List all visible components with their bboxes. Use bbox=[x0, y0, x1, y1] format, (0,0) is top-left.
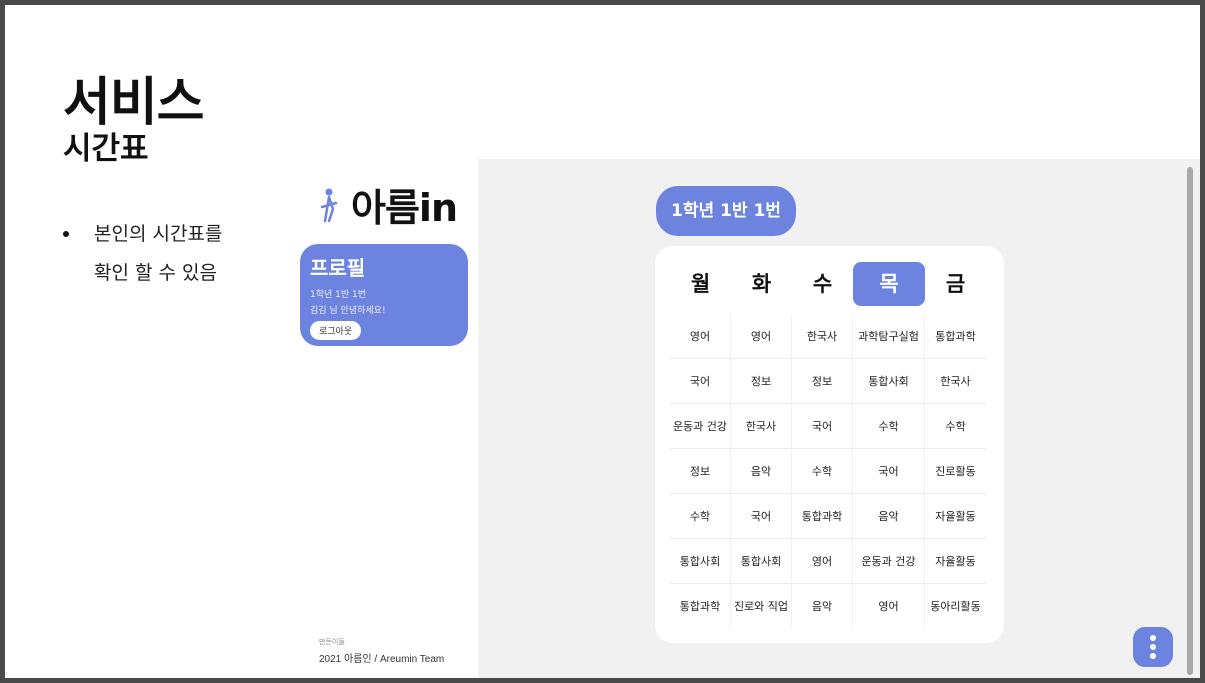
timetable-row: 정보 음악 수학 국어 진로활동 bbox=[670, 449, 986, 494]
timetable-cell: 진로활동 bbox=[935, 464, 976, 478]
timetable-cell: 국어 bbox=[853, 449, 925, 493]
day-tab[interactable]: 금 bbox=[925, 262, 986, 306]
timetable-row: 통합사회 통합사회 영어 운동과 건강 자율활동 bbox=[670, 539, 986, 584]
timetable-cell: 자율활동 bbox=[935, 554, 976, 568]
timetable-cell: 동아리활동 bbox=[930, 600, 981, 613]
timetable-cell: 정보 bbox=[792, 359, 853, 403]
timetable-cell: 통합과학 bbox=[935, 329, 976, 343]
timetable-cell: 영어 bbox=[731, 314, 792, 358]
timetable-cell: 수학 bbox=[792, 449, 853, 493]
more-menu-button[interactable] bbox=[1133, 627, 1173, 667]
timetable-cell: 수학 bbox=[853, 404, 925, 448]
footer-label: 만든이들 bbox=[319, 638, 345, 646]
timetable-cell: 운동과 건강 bbox=[670, 404, 731, 448]
app-sidebar: 아름in 프로필 1학년 1반 1번 김김 님 안녕하세요! 로그아웃 만든이들… bbox=[295, 159, 478, 678]
app-main: 1학년 1반 1번 월화수목금 영어 영어 한국사 과학탐구실험 통합과학 국어 정보 정보 통… bbox=[478, 159, 1200, 678]
more-dot-icon bbox=[1150, 635, 1156, 641]
timetable-cell: 국어 bbox=[670, 359, 731, 403]
timetable-cell: 국어 bbox=[731, 494, 792, 538]
logo[interactable]: 아름in bbox=[315, 177, 458, 232]
bullet-item: 본인의 시간표를 확인 할 수 있음 bbox=[63, 215, 283, 293]
timetable-cell: 영어 bbox=[853, 584, 925, 629]
timetable-cell: 진로와 직업 bbox=[731, 584, 792, 629]
bullet-text: 본인의 시간표를 확인 할 수 있음 bbox=[94, 223, 223, 284]
footer-team: 2021 아름인 / Areumin Team bbox=[319, 654, 445, 665]
logo-text: 아름in bbox=[351, 186, 458, 230]
bullet-icon bbox=[63, 231, 69, 237]
timetable-row: 수학 국어 통합과학 음악 자율활동 bbox=[670, 494, 986, 539]
logout-button[interactable]: 로그아웃 bbox=[310, 321, 362, 340]
timetable-cell: 영어 bbox=[670, 314, 731, 358]
timetable-cell: 국어 bbox=[792, 404, 853, 448]
profile-card: 프로필 1학년 1반 1번 김김 님 안녕하세요! 로그아웃 bbox=[300, 244, 468, 346]
scrollbar[interactable] bbox=[1187, 167, 1193, 675]
day-tab[interactable]: 목 bbox=[853, 262, 925, 306]
timetable-cell: 통합사회 bbox=[670, 539, 731, 583]
more-dot-icon bbox=[1150, 653, 1156, 659]
timetable-cell: 영어 bbox=[792, 539, 853, 583]
person-logo-icon bbox=[320, 188, 338, 222]
timetable-cell: 통합과학 bbox=[792, 494, 853, 538]
timetable-cell: 한국사 bbox=[792, 314, 853, 358]
timetable-cell: 통합사회 bbox=[731, 539, 792, 583]
timetable-cell: 음악 bbox=[731, 449, 792, 493]
timetable-cell: 정보 bbox=[670, 449, 731, 493]
timetable-cell: 통합과학 bbox=[670, 584, 731, 629]
timetable-cell: 자율활동 bbox=[935, 509, 976, 523]
timetable-cell: 과학탐구실험 bbox=[853, 314, 925, 358]
timetable-row: 운동과 건강 한국사 국어 수학 수학 bbox=[670, 404, 986, 449]
timetable-cell: 수학 bbox=[945, 419, 966, 433]
timetable-cell: 수학 bbox=[670, 494, 731, 538]
timetable-cell: 한국사 bbox=[940, 374, 971, 388]
profile-title: 프로필 bbox=[310, 256, 366, 280]
day-header-row: 월화수목금 bbox=[670, 262, 986, 306]
timetable-grid: 영어 영어 한국사 과학탐구실험 통합과학 국어 정보 정보 통합사회 한국사 운동과 건강 한국사 국… bbox=[670, 314, 986, 629]
timetable-cell: 운동과 건강 bbox=[853, 539, 925, 583]
day-tab[interactable]: 화 bbox=[731, 262, 792, 306]
timetable-row: 국어 정보 정보 통합사회 한국사 bbox=[670, 359, 986, 404]
slide: 서비스 시간표 본인의 시간표를 확인 할 수 있음 아름in 프로필 1학년 … bbox=[5, 5, 1200, 678]
more-dot-icon bbox=[1150, 644, 1156, 650]
profile-class: 1학년 1반 1번 bbox=[310, 290, 367, 300]
slide-subtitle: 시간표 bbox=[63, 131, 149, 167]
timetable-cell: 통합사회 bbox=[853, 359, 925, 403]
profile-greeting: 김김 님 안녕하세요! bbox=[310, 306, 386, 316]
timetable-cell: 음악 bbox=[792, 584, 853, 629]
timetable-row: 영어 영어 한국사 과학탐구실험 통합과학 bbox=[670, 314, 986, 359]
app-screenshot: 아름in 프로필 1학년 1반 1번 김김 님 안녕하세요! 로그아웃 만든이들… bbox=[295, 159, 1200, 678]
day-tab[interactable]: 월 bbox=[670, 262, 731, 306]
timetable-cell: 정보 bbox=[731, 359, 792, 403]
timetable-cell: 음악 bbox=[853, 494, 925, 538]
timetable-cell: 한국사 bbox=[731, 404, 792, 448]
timetable-card: 월화수목금 영어 영어 한국사 과학탐구실험 통합과학 국어 정보 정보 통합사회 한국사 운동과 … bbox=[655, 246, 1004, 643]
class-badge: 1학년 1반 1번 bbox=[656, 186, 796, 236]
timetable-row: 통합과학 진로와 직업 음악 영어 동아리활동 bbox=[670, 584, 986, 629]
day-tab[interactable]: 수 bbox=[792, 262, 853, 306]
